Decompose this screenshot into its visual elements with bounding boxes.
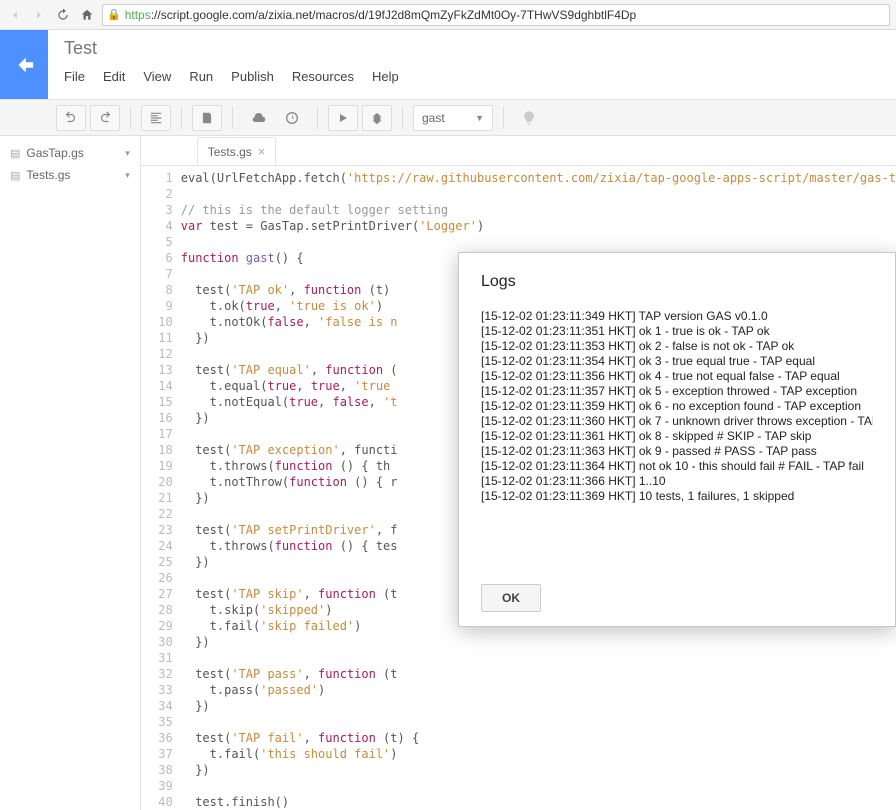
toolbar-separator: [130, 107, 131, 129]
toolbar-separator: [317, 107, 318, 129]
debug-button[interactable]: [362, 105, 392, 131]
sidebar: ▤ GasTap.gs ▾ ▤ Tests.gs ▾: [0, 136, 141, 810]
back-icon[interactable]: [6, 6, 24, 24]
url-rest: ://script.google.com/a/zixia.net/macros/…: [151, 8, 637, 22]
log-line: [15-12-02 01:23:11:361 HKT] ok 8 - skipp…: [481, 429, 873, 444]
project-title[interactable]: Test: [64, 38, 880, 59]
run-button[interactable]: [328, 105, 358, 131]
toolbar-separator: [402, 107, 403, 129]
lock-icon: 🔒: [107, 8, 121, 21]
deploy-icon[interactable]: [243, 105, 273, 131]
save-button[interactable]: [192, 105, 222, 131]
file-item[interactable]: ▤ Tests.gs ▾: [0, 164, 140, 186]
log-line: [15-12-02 01:23:11:349 HKT] TAP version …: [481, 309, 873, 324]
logs-title: Logs: [481, 273, 873, 291]
file-icon: ▤: [10, 147, 20, 160]
editor-tabs: Tests.gs ×: [141, 136, 896, 166]
menu-run[interactable]: Run: [189, 65, 213, 88]
chevron-down-icon: ▾: [125, 148, 130, 159]
logs-dialog: Logs [15-12-02 01:23:11:349 HKT] TAP ver…: [458, 252, 896, 627]
url-https: https: [125, 8, 151, 22]
chevron-down-icon: ▾: [125, 170, 130, 181]
menu-edit[interactable]: Edit: [103, 65, 125, 88]
url-bar[interactable]: 🔒 https ://script.google.com/a/zixia.net…: [102, 4, 890, 26]
tab-label: Tests.gs: [208, 145, 252, 159]
file-name: GasTap.gs: [26, 146, 83, 160]
log-line: [15-12-02 01:23:11:364 HKT] not ok 10 - …: [481, 459, 873, 474]
menu-resources[interactable]: Resources: [292, 65, 354, 88]
log-line: [15-12-02 01:23:11:351 HKT] ok 1 - true …: [481, 324, 873, 339]
menu-publish[interactable]: Publish: [231, 65, 274, 88]
file-name: Tests.gs: [26, 168, 70, 182]
menu-help[interactable]: Help: [372, 65, 399, 88]
log-line: [15-12-02 01:23:11:363 HKT] ok 9 - passe…: [481, 444, 873, 459]
home-icon[interactable]: [78, 6, 96, 24]
reload-icon[interactable]: [54, 6, 72, 24]
toolbar-separator: [503, 107, 504, 129]
function-name: gast: [422, 111, 445, 125]
forward-icon[interactable]: [30, 6, 48, 24]
app-header: Test File Edit View Run Publish Resources Help: [0, 30, 896, 100]
indent-button[interactable]: [141, 105, 171, 131]
chevron-down-icon: ▼: [475, 113, 484, 123]
close-icon[interactable]: ×: [258, 144, 266, 159]
browser-toolbar: 🔒 https ://script.google.com/a/zixia.net…: [0, 0, 896, 30]
app-back-button[interactable]: [0, 30, 48, 99]
log-line: [15-12-02 01:23:11:369 HKT] 10 tests, 1 …: [481, 489, 873, 504]
triggers-icon[interactable]: [277, 105, 307, 131]
toolbar: gast ▼: [0, 100, 896, 136]
line-gutter: 1234567891011121314151617181920212223242…: [141, 170, 181, 810]
log-line: [15-12-02 01:23:11:366 HKT] 1..10: [481, 474, 873, 489]
log-line: [15-12-02 01:23:11:359 HKT] ok 6 - no ex…: [481, 399, 873, 414]
ok-button[interactable]: OK: [481, 584, 541, 612]
file-item[interactable]: ▤ GasTap.gs ▾: [0, 142, 140, 164]
log-line: [15-12-02 01:23:11:354 HKT] ok 3 - true …: [481, 354, 873, 369]
file-icon: ▤: [10, 169, 20, 182]
log-line: [15-12-02 01:23:11:357 HKT] ok 5 - excep…: [481, 384, 873, 399]
log-line: [15-12-02 01:23:11:356 HKT] ok 4 - true …: [481, 369, 873, 384]
menu-bar: File Edit View Run Publish Resources Help: [64, 65, 880, 88]
menu-file[interactable]: File: [64, 65, 85, 88]
menu-view[interactable]: View: [143, 65, 171, 88]
toolbar-separator: [232, 107, 233, 129]
undo-button[interactable]: [56, 105, 86, 131]
log-line: [15-12-02 01:23:11:360 HKT] ok 7 - unkno…: [481, 414, 873, 429]
lightbulb-icon[interactable]: [514, 105, 544, 131]
log-output: [15-12-02 01:23:11:349 HKT] TAP version …: [481, 309, 873, 504]
log-line: [15-12-02 01:23:11:353 HKT] ok 2 - false…: [481, 339, 873, 354]
toolbar-separator: [181, 107, 182, 129]
editor-tab[interactable]: Tests.gs ×: [197, 137, 277, 165]
function-select[interactable]: gast ▼: [413, 105, 493, 131]
redo-button[interactable]: [90, 105, 120, 131]
